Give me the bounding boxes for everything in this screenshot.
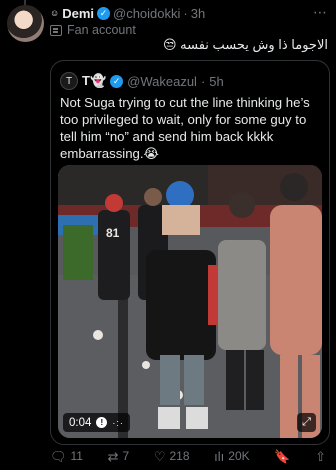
quoted-post-text: Not Suga trying to cut the line thinking…	[60, 95, 310, 161]
more-options-icon[interactable]: ⋯	[313, 4, 328, 21]
share-icon: ⇧	[315, 448, 326, 464]
author-name-emoji: ☺	[50, 8, 60, 18]
video-elapsed: 0:04	[69, 416, 92, 429]
author-avatar[interactable]	[7, 5, 44, 42]
verified-badge-icon: ✓	[97, 6, 110, 20]
repost-button[interactable]: ⇄ 7	[108, 449, 130, 463]
account-badge-icon	[50, 24, 62, 36]
repost-count: 7	[122, 449, 130, 463]
post-header: ☺ Demi ✓ @choidokki · 3h	[50, 5, 328, 21]
action-bar: 🗨 11 ⇄ 7 ♡ 218 ılı 20K 🔖 ⇧	[50, 447, 330, 465]
bookmark-icon: 🔖	[274, 448, 291, 464]
author-name[interactable]: Demi	[62, 6, 94, 21]
views-button[interactable]: ılı 20K	[214, 449, 249, 463]
reply-icon: 🗨	[50, 448, 67, 464]
heart-icon: ♡	[153, 448, 166, 464]
reply-button[interactable]: 🗨 11	[50, 449, 83, 463]
separator-dot: ·	[183, 5, 188, 21]
shirt-number: 81	[106, 226, 120, 240]
expand-icon[interactable]: ⤢	[297, 413, 316, 432]
reply-count: 11	[70, 449, 83, 463]
author-handle[interactable]: @choidokki	[113, 6, 180, 21]
quoted-post-time: 5h	[209, 73, 224, 89]
video-frame: 81	[58, 165, 322, 438]
video-timer: 0:04 ! ·:·	[63, 413, 130, 432]
post-time[interactable]: 3h	[191, 6, 205, 21]
verified-badge-icon: ✓	[110, 74, 124, 88]
quoted-author-handle: @Wakeazul	[127, 73, 197, 89]
share-button[interactable]: ⇧	[315, 450, 326, 463]
quoted-post-header: T T👻 ✓ @Wakeazul · 5h	[60, 72, 224, 90]
captions-icon[interactable]: ·:·	[112, 418, 124, 428]
post-text: الاجوما ذا وش يحسب نفسه 😒	[163, 37, 328, 52]
muted-icon[interactable]: !	[96, 417, 108, 428]
quoted-post[interactable]: T T👻 ✓ @Wakeazul · 5h Not Suga trying to…	[50, 60, 330, 445]
quoted-author-avatar: T	[60, 72, 78, 90]
video-player[interactable]: 81 0:04 ! ·:· ⤢	[58, 165, 322, 438]
view-count: 20K	[228, 449, 250, 463]
views-chart-icon: ılı	[214, 448, 225, 464]
fan-account-text: Fan account	[67, 23, 136, 37]
fan-account-label: Fan account	[50, 23, 136, 37]
like-button[interactable]: ♡ 218	[154, 449, 190, 463]
separator-dot: ·	[200, 73, 206, 89]
bookmark-button[interactable]: 🔖	[274, 450, 290, 463]
quoted-author-name: T👻	[82, 73, 107, 88]
like-count: 218	[169, 449, 190, 463]
repost-icon: ⇄	[107, 448, 119, 464]
